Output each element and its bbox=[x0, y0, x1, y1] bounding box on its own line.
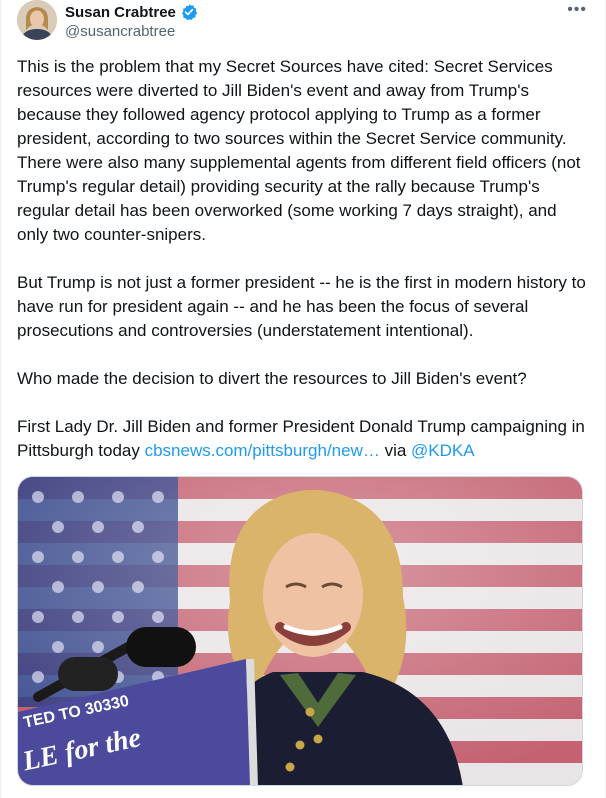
display-name-row: Susan Crabtree bbox=[65, 2, 198, 22]
tweet-paragraph-2: But Trump is not just a former president… bbox=[17, 273, 586, 340]
tweet-header: Susan Crabtree @susancrabtree ••• bbox=[17, 0, 591, 44]
mention-link[interactable]: @KDKA bbox=[411, 441, 475, 460]
more-options-icon[interactable]: ••• bbox=[567, 2, 587, 18]
tweet-paragraph-4: First Lady Dr. Jill Biden and former Pre… bbox=[17, 415, 591, 463]
author-handle[interactable]: @susancrabtree bbox=[65, 23, 198, 40]
author-names: Susan Crabtree @susancrabtree bbox=[65, 2, 198, 40]
display-name[interactable]: Susan Crabtree bbox=[65, 4, 176, 21]
article-link[interactable]: cbsnews.com/pittsburgh/new… bbox=[145, 441, 380, 460]
tweet-text: This is the problem that my Secret Sourc… bbox=[17, 55, 591, 463]
via-text: via bbox=[379, 441, 412, 460]
tweet-container: Susan Crabtree @susancrabtree ••• This i… bbox=[0, 0, 606, 798]
tweet-paragraph-1: This is the problem that my Secret Sourc… bbox=[17, 57, 581, 244]
avatar[interactable] bbox=[17, 0, 57, 40]
tweet-photo[interactable]: TED TO 30330 LE for the bbox=[17, 476, 583, 786]
verified-badge-icon bbox=[180, 3, 198, 21]
tweet-paragraph-3: Who made the decision to divert the reso… bbox=[17, 369, 527, 388]
